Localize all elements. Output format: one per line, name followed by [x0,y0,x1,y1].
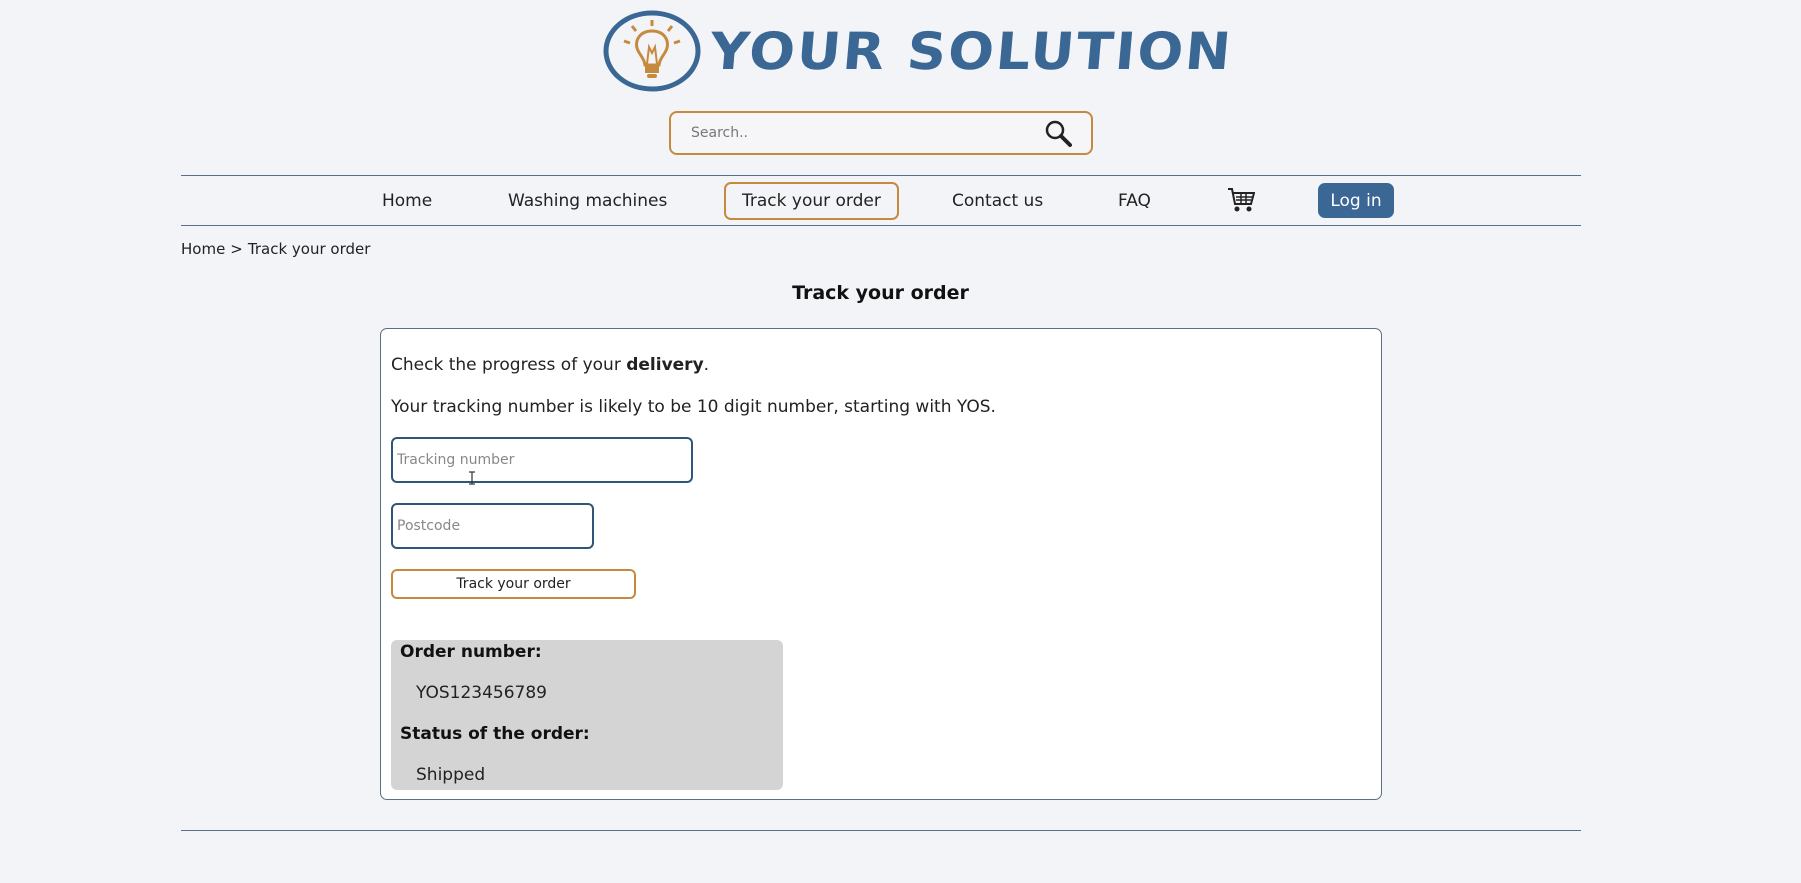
intro-prefix: Check the progress of your [391,355,627,375]
nav-item-track-your-order[interactable]: Track your order [724,182,899,220]
postcode-input[interactable] [391,503,594,549]
track-order-button[interactable]: Track your order [391,569,636,599]
breadcrumb-home-link[interactable]: Home [181,240,225,258]
order-number-value: YOS123456789 [416,683,547,703]
logo-wordmark: YOUR SOLUTION [707,21,1236,81]
site-logo[interactable]: YOUR SOLUTION [602,8,1235,94]
search-icon[interactable] [1043,118,1073,148]
order-status-value: Shipped [416,765,486,785]
main-nav: Home Washing machines Track your order C… [0,176,1801,225]
order-result-panel: Order number: YOS123456789 Status of the… [391,640,783,790]
nav-item-contact-us[interactable]: Contact us [952,176,1043,225]
nav-item-faq[interactable]: FAQ [1118,176,1151,225]
nav-item-washing-machines[interactable]: Washing machines [508,176,667,225]
lightbulb-icon [603,10,701,92]
footer-divider [181,830,1581,831]
search-bar [669,111,1093,155]
cart-icon[interactable] [1227,186,1255,214]
text-cursor-icon [469,471,475,485]
breadcrumb-current: Track your order [247,240,371,258]
tracking-number-input[interactable] [391,437,693,483]
nav-item-home[interactable]: Home [382,176,432,225]
login-button[interactable]: Log in [1318,183,1394,218]
order-number-label: Order number: [400,642,542,662]
order-status-label: Status of the order: [400,724,590,744]
search-input[interactable] [689,124,1035,142]
tracking-hint: Your tracking number is likely to be 10 … [391,397,996,417]
track-order-card: Check the progress of your delivery. You… [380,328,1382,800]
intro-emphasis: delivery [626,355,704,375]
breadcrumb: Home > Track your order [181,240,370,258]
page-title: Track your order [792,282,969,304]
intro-suffix: . [703,355,710,375]
intro-text: Check the progress of your delivery. [391,355,709,375]
breadcrumb-separator: > [230,240,243,258]
nav-divider-bottom [181,225,1581,226]
